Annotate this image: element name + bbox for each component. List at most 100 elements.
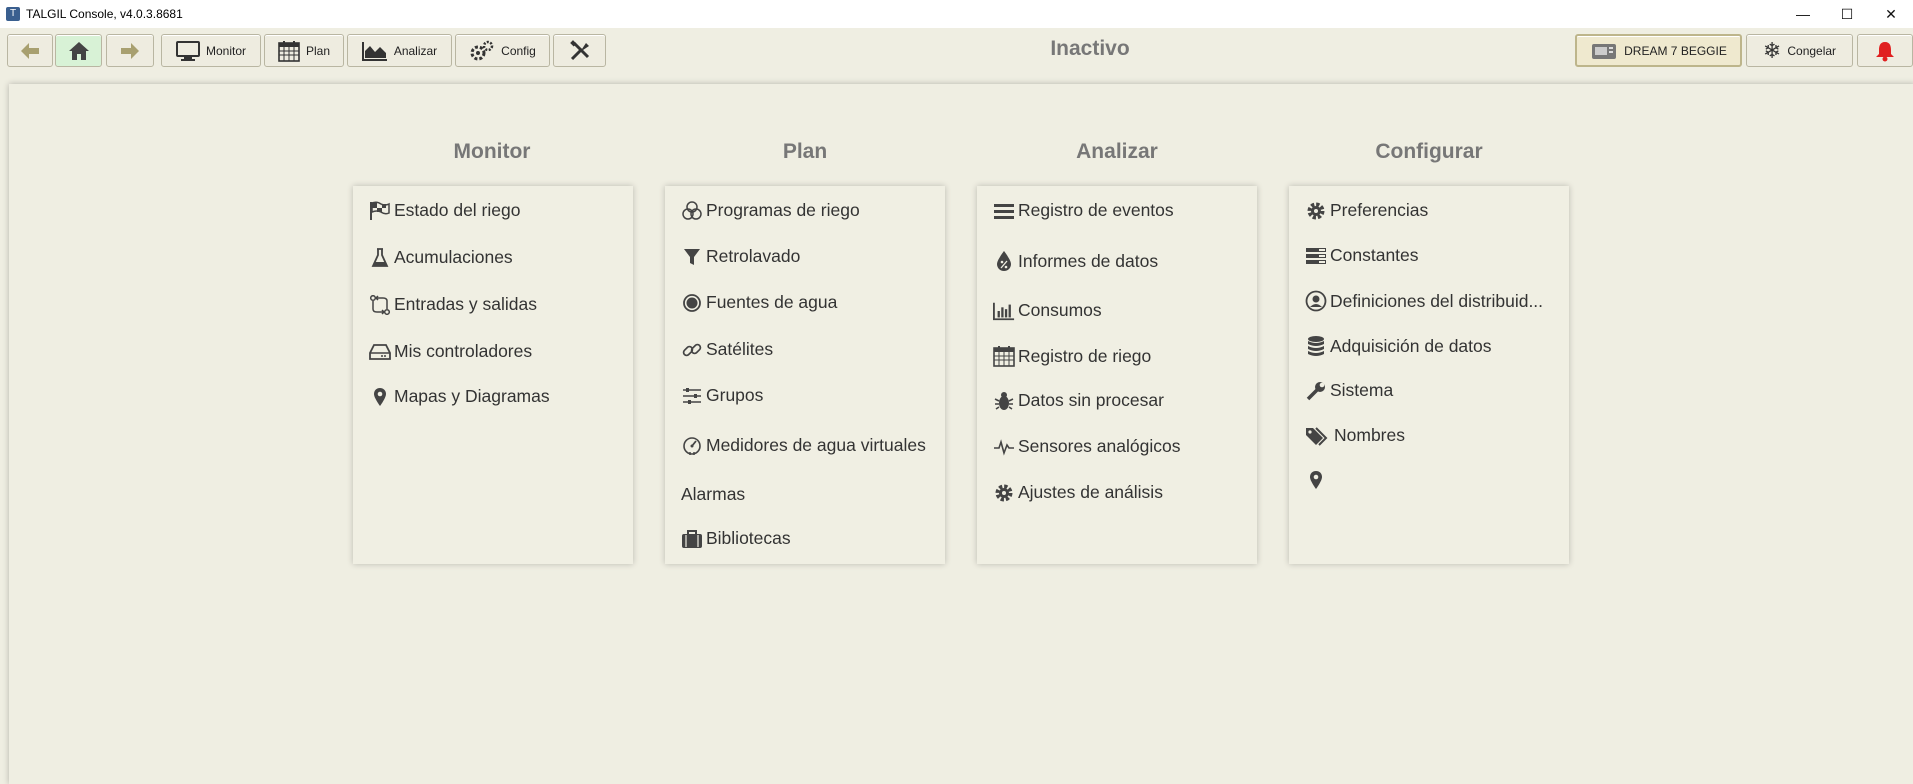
menu-item-label: Medidores de agua virtuales (706, 435, 926, 455)
app-icon: T (6, 7, 20, 21)
menu-item-system[interactable]: Sistema (1305, 380, 1393, 401)
analyze-button[interactable]: Analizar (347, 34, 452, 67)
menu-item-label: Grupos (706, 385, 764, 405)
exchange-icon (369, 294, 391, 315)
snowflake-icon: ❄ (1762, 37, 1782, 63)
menu-item-analog-sensors[interactable]: Sensores analógicos (993, 436, 1180, 457)
hard-drive-icon (369, 343, 391, 361)
menu-item-label: Programas de riego (706, 200, 860, 220)
menu-item-label: Definiciones del distribuid... (1330, 290, 1544, 311)
radio-circle-icon (681, 293, 703, 313)
window-title: TALGIL Console, v4.0.3.8681 (26, 7, 183, 21)
menu-item-alarms[interactable]: Alarmas (681, 484, 745, 505)
briefcase-icon (681, 529, 703, 549)
menu-item-label: Mapas y Diagramas (394, 386, 550, 406)
back-button[interactable] (7, 34, 53, 67)
menu-item-consumption[interactable]: Consumos (993, 300, 1102, 321)
menu-item-backflush[interactable]: Retrolavado (681, 246, 800, 267)
menu-item-names[interactable]: Nombres (1305, 425, 1405, 446)
home-icon (68, 41, 89, 60)
menu-item-groups[interactable]: Grupos (681, 385, 763, 406)
menu-item-data-reports[interactable]: Informes de datos (993, 250, 1158, 272)
menu-item-raw-data[interactable]: Datos sin procesar (993, 390, 1164, 411)
menu-item-accumulations[interactable]: Acumulaciones (369, 247, 513, 268)
window-titlebar: T TALGIL Console, v4.0.3.8681 — ☐ ✕ (0, 0, 1913, 28)
map-marker-icon (1305, 470, 1327, 490)
menu-item-label: Preferencias (1330, 200, 1429, 220)
arrow-left-icon (21, 42, 39, 59)
calendar-icon (993, 345, 1015, 367)
close-button[interactable]: ✕ (1869, 0, 1913, 28)
flask-icon (369, 247, 391, 268)
menu-item-distributor-definitions[interactable]: Definiciones del distribuid... (1305, 290, 1543, 312)
device-button[interactable]: DREAM 7 BEGGIE (1575, 34, 1742, 67)
menu-item-my-controllers[interactable]: Mis controladores (369, 341, 532, 362)
menu-item-label: Sensores analógicos (1018, 436, 1181, 456)
plan-button-label: Plan (305, 43, 331, 58)
menu-item-label: Retrolavado (706, 246, 801, 266)
tools-button[interactable] (553, 34, 606, 67)
menu-item-label: Constantes (1330, 245, 1419, 265)
menu-item-irrigation-log[interactable]: Registro de riego (993, 345, 1151, 367)
list-icon (993, 202, 1015, 220)
forward-button[interactable] (106, 34, 154, 67)
analyze-column-title: Analizar (1076, 140, 1158, 163)
monitor-button-label: Monitor (205, 43, 246, 58)
menu-item-irrigation-status[interactable]: Estado del riego (369, 200, 520, 221)
menu-item-label: Bibliotecas (706, 528, 791, 548)
menu-item-inputs-outputs[interactable]: Entradas y salidas (369, 294, 537, 315)
menu-item-location[interactable] (1305, 470, 1330, 490)
menu-item-label: Fuentes de agua (706, 292, 838, 312)
menu-item-irrigation-programs[interactable]: Programas de riego (681, 200, 860, 221)
analyze-button-label: Analizar (393, 43, 438, 58)
filter-icon (681, 248, 703, 266)
menu-item-constants[interactable]: Constantes (1305, 245, 1419, 266)
menu-item-satellites[interactable]: Satélites (681, 339, 773, 360)
menu-item-label: Sistema (1330, 380, 1394, 400)
menu-item-virtual-water-meters[interactable]: Medidores de agua virtuales (681, 435, 926, 456)
menu-item-water-sources[interactable]: Fuentes de agua (681, 292, 837, 313)
menu-item-label: Acumulaciones (394, 247, 513, 267)
controller-device-icon (1592, 43, 1617, 59)
server-icon (1305, 247, 1327, 265)
config-column-title: Configurar (1375, 140, 1483, 163)
menu-item-event-log[interactable]: Registro de eventos (993, 200, 1174, 221)
config-button[interactable]: Config (455, 34, 550, 67)
monitor-column-title: Monitor (453, 140, 531, 163)
menu-item-label: Estado del riego (394, 200, 521, 220)
freeze-button-label: Congelar (1787, 43, 1837, 58)
menu-item-label: Mis controladores (394, 341, 533, 361)
circles-icon (681, 200, 703, 221)
toolbar: Monitor Plan Analizar Config DREAM 7 BEG… (0, 28, 1913, 75)
monitor-card: Estado del riego Acumulaciones Entradas … (353, 186, 633, 564)
freeze-button[interactable]: ❄ Congelar (1746, 34, 1853, 67)
alarm-button[interactable] (1857, 34, 1913, 67)
area-chart-icon (361, 41, 387, 61)
status-text: Inactivo (1050, 37, 1130, 60)
plan-column-title: Plan (782, 140, 828, 163)
tags-icon (1305, 426, 1331, 446)
menu-item-maps-diagrams[interactable]: Mapas y Diagramas (369, 386, 550, 407)
config-card: Preferencias Constantes Definiciones del… (1289, 186, 1569, 564)
home-button[interactable] (55, 34, 102, 67)
arrow-right-icon (121, 42, 139, 59)
maximize-button[interactable]: ☐ (1825, 0, 1869, 28)
tools-icon (569, 39, 589, 60)
minimize-button[interactable]: — (1781, 0, 1825, 28)
map-marker-icon (369, 387, 391, 407)
gears-icon (470, 40, 494, 60)
menu-item-label: Adquisición de datos (1330, 335, 1492, 356)
monitor-icon (175, 40, 200, 61)
monitor-button[interactable]: Monitor (161, 34, 261, 67)
percent-drop-icon (993, 250, 1015, 272)
plan-button[interactable]: Plan (264, 34, 344, 67)
gear-icon (993, 483, 1015, 503)
menu-item-preferences[interactable]: Preferencias (1305, 200, 1428, 221)
plan-card: Programas de riego Retrolavado Fuentes d… (665, 186, 945, 564)
heartbeat-icon (993, 438, 1015, 456)
menu-item-data-acquisition[interactable]: Adquisición de datos (1305, 335, 1492, 357)
calendar-icon (278, 40, 300, 62)
user-circle-icon (1305, 290, 1327, 312)
menu-item-libraries[interactable]: Bibliotecas (681, 528, 791, 549)
menu-item-analysis-settings[interactable]: Ajustes de análisis (993, 482, 1163, 503)
